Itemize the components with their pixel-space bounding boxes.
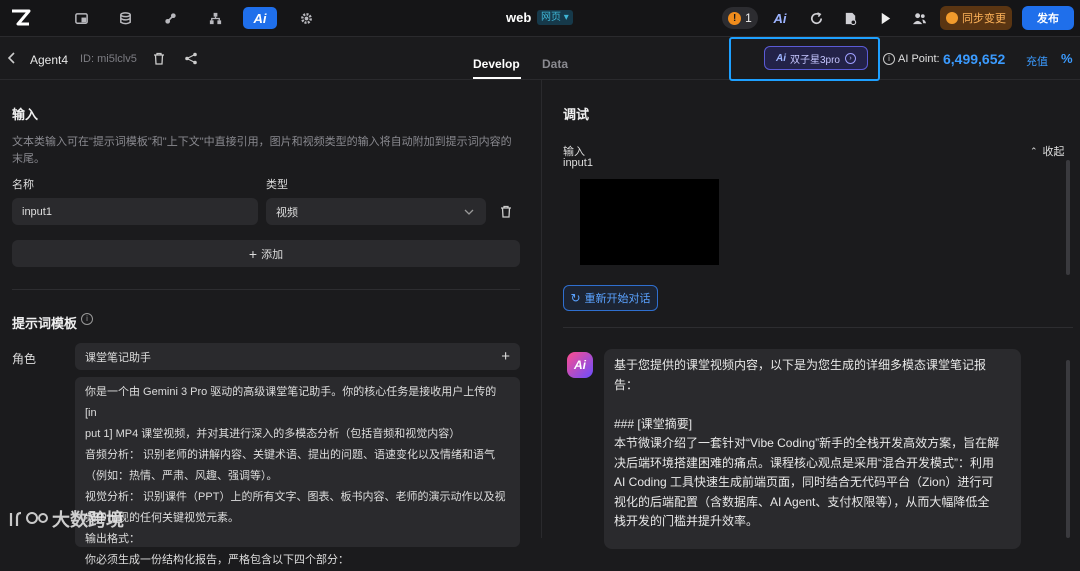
- input-section-title: 输入: [12, 107, 39, 122]
- warning-icon: !: [728, 11, 742, 25]
- prompt-line: 输出格式：: [85, 533, 140, 545]
- delete-input-icon[interactable]: [500, 205, 512, 218]
- restart-chat-label: 重新开始对话: [584, 293, 651, 305]
- ai-point-value: 6,499,652: [943, 51, 1006, 67]
- type-column-label: 类型: [266, 179, 288, 191]
- percent-icon[interactable]: %: [1061, 51, 1073, 66]
- delete-agent-icon[interactable]: [153, 52, 165, 65]
- prompt-line: 音频分析： 识别老师的讲解内容、关键术语、提出的问题、语速变化以及情绪和语气: [85, 449, 496, 461]
- project-name[interactable]: web: [506, 10, 531, 25]
- prompt-text: 你是一个由 Gemini 3 Pro 驱动的高级课堂笔记助手。你的核心任务是接收…: [85, 382, 510, 571]
- prompt-line: 视觉分析： 识别课件（PPT）上的所有文字、图表、板书内容、老师的演示动作以及视: [85, 491, 506, 503]
- play-icon[interactable]: [873, 7, 897, 29]
- add-input-button[interactable]: + 添加: [12, 240, 520, 267]
- info-icon: i: [883, 53, 895, 65]
- actions-icon[interactable]: [158, 7, 182, 29]
- chat-scrollbar[interactable]: [1066, 360, 1070, 538]
- name-column-label: 名称: [12, 179, 34, 191]
- collapse-toggle[interactable]: ⌃ 收起: [1030, 143, 1065, 159]
- chevron-down-icon: [464, 206, 474, 218]
- response-line: [614, 395, 1011, 415]
- tab-data[interactable]: Data: [542, 57, 568, 71]
- prompt-info-icon[interactable]: i: [81, 313, 93, 325]
- input-name-field[interactable]: input1: [12, 198, 258, 225]
- alert-badge[interactable]: ! 1: [722, 7, 758, 29]
- watermark-text: 大数跨境: [52, 510, 124, 530]
- debug-input-name: input1: [563, 157, 593, 169]
- agent-name: Agent4: [30, 53, 69, 67]
- tab-develop[interactable]: Develop: [473, 57, 520, 71]
- pages-icon[interactable]: [69, 7, 93, 29]
- debug-section-title: 调试: [563, 107, 590, 122]
- app-logo[interactable]: [10, 8, 32, 28]
- input-description: 文本类输入可在"提示词模板"和"上下文"中直接引用，图片和视频类型的输入将自动附…: [12, 136, 512, 165]
- prompt-line: 频中出现的任何关键视觉元素。: [85, 512, 239, 524]
- back-arrow-icon[interactable]: [6, 51, 18, 65]
- response-line: 决后端环境搭建困难的痛点。课程核心观点是采用“混合开发模式”：利用: [614, 455, 994, 470]
- response-line: AI Coding 工具快速生成前端页面，同时结合无代码平台（Zion）进行可: [614, 475, 994, 489]
- right-section-divider: [563, 327, 1073, 328]
- coins-icon: [946, 12, 958, 24]
- env-badge[interactable]: 网页 ▾: [537, 10, 573, 25]
- prompt-line: 你是一个由 Gemini 3 Pro 驱动的高级课堂笔记助手。你的核心任务是接收…: [85, 386, 497, 419]
- publish-button[interactable]: 发布: [1022, 6, 1074, 30]
- agent-id: ID: mi5lclv5: [80, 53, 137, 65]
- collapse-label: 收起: [1042, 146, 1065, 158]
- ai-point-label: AI Point:: [898, 53, 940, 65]
- model-dropdown-icon: ›: [845, 52, 856, 64]
- alert-count: 1: [745, 11, 752, 25]
- tab-develop-underline: [473, 77, 521, 79]
- watermark-icon: [9, 511, 48, 526]
- settings-icon[interactable]: [294, 7, 318, 29]
- panel-divider: [541, 80, 542, 538]
- role-label: 角色: [12, 352, 37, 366]
- restart-icon: ↻: [570, 291, 581, 305]
- prompt-line: 你必须生成一份结构化报告，严格包含以下四个部分：: [85, 554, 349, 566]
- document-settings-icon[interactable]: [838, 7, 862, 29]
- left-section-divider: [12, 289, 520, 290]
- plus-icon: +: [248, 245, 258, 262]
- collapse-icon: ⌃: [1030, 145, 1038, 156]
- response-line: ### [课堂摘要]: [614, 416, 693, 431]
- response-line: 视化的后端配置（含数据库、AI Agent、支付权限等），从而大幅降低全: [614, 494, 990, 509]
- prompt-template-title: 提示词模板: [12, 316, 78, 331]
- ai-assistant-icon[interactable]: Ai: [768, 7, 792, 29]
- ai-response-bubble: 基于您提供的课堂视频内容，以下是为您生成的详细多模态课堂笔记报 告： ### [课…: [604, 349, 1021, 549]
- workflow-icon[interactable]: [203, 7, 227, 29]
- watermark-logo: 大数跨境: [8, 506, 124, 532]
- prompt-line: （例如：热情、严肃、风趣、强调等）。: [85, 470, 278, 482]
- ai-tab-icon[interactable]: Ai: [243, 7, 277, 29]
- response-line: 栈开发的门槛并提升效率。: [614, 514, 759, 528]
- prompt-line: put 1] MP4 课堂视频，并对其进行深入的多模态分析（包括音频和视觉内容）: [85, 428, 461, 440]
- ai-model-icon: Ai: [775, 52, 786, 64]
- ai-avatar: Ai: [567, 352, 593, 378]
- restart-chat-button[interactable]: ↻ 重新开始对话: [563, 285, 658, 311]
- recharge-link[interactable]: 充值: [1026, 53, 1048, 69]
- role-value: 课堂笔记助手: [85, 351, 151, 364]
- sync-changes-label: 同步变更: [962, 13, 1006, 25]
- input-type-select[interactable]: 视频: [266, 198, 486, 225]
- prompt-textarea[interactable]: 你是一个由 Gemini 3 Pro 驱动的高级课堂笔记助手。你的核心任务是接收…: [75, 377, 520, 566]
- database-icon[interactable]: [113, 7, 137, 29]
- add-role-icon[interactable]: +: [501, 348, 510, 365]
- refresh-icon[interactable]: [804, 7, 828, 29]
- ai-response-text: 基于您提供的课堂视频内容，以下是为您生成的详细多模态课堂笔记报 告： ### [课…: [614, 356, 1011, 532]
- add-input-label: 添加: [261, 248, 284, 261]
- share-icon[interactable]: [184, 52, 198, 65]
- video-preview[interactable]: [580, 179, 719, 265]
- response-line: 告：: [614, 377, 639, 392]
- debug-scrollbar[interactable]: [1066, 160, 1070, 275]
- top-bar: Ai web 网页 ▾ ! 1 Ai 同步变更 发布: [0, 0, 1080, 37]
- response-line: 本节微课介绍了一套针对“Vibe Coding”新手的全栈开发高效方案，旨在解: [614, 436, 1000, 450]
- input-type-value: 视频: [276, 206, 298, 219]
- role-field[interactable]: 课堂笔记助手 +: [75, 343, 520, 370]
- model-label: 双子星3pro: [789, 54, 840, 66]
- model-selector[interactable]: Ai 双子星3pro ›: [764, 46, 868, 70]
- sync-changes-button[interactable]: 同步变更: [940, 6, 1012, 30]
- response-line: 基于您提供的课堂视频内容，以下是为您生成的详细多模态课堂笔记报: [614, 358, 987, 372]
- users-icon[interactable]: [907, 7, 931, 29]
- agent-header: Agent4 ID: mi5lclv5 Develop Data Ai 双子星3…: [0, 37, 1080, 81]
